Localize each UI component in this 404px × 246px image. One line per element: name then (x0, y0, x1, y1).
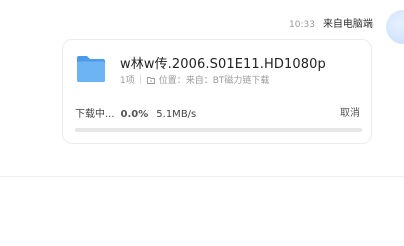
download-speed: 5.1MB/s (156, 109, 197, 120)
progress-bar (75, 128, 362, 132)
folder-icon (77, 56, 105, 82)
download-status-row: 下载中... 0.0% 5.1MB/s (75, 105, 196, 120)
location-icon (146, 76, 155, 84)
file-meta: 1项 位置：来自：BT磁力链下载 (120, 73, 269, 86)
message-header: 10:33 来自电脑端 (289, 15, 373, 30)
message-sender: 来自电脑端 (322, 19, 373, 30)
download-status: 下载中... (75, 109, 115, 120)
file-location: 位置：来自：BT磁力链下载 (158, 76, 270, 86)
avatar[interactable] (386, 10, 404, 44)
meta-divider (139, 75, 141, 84)
file-name[interactable]: w林w传.2006.S01E11.HD1080p (120, 53, 326, 72)
chat-divider (0, 176, 404, 177)
item-count: 1项 (120, 76, 135, 86)
file-transfer-card[interactable]: w林w传.2006.S01E11.HD1080p 1项 位置：来自：BT磁力链下… (62, 39, 372, 144)
cancel-button[interactable]: 取消 (340, 104, 360, 119)
download-percent: 0.0% (120, 109, 149, 120)
message-time: 10:33 (289, 20, 315, 30)
